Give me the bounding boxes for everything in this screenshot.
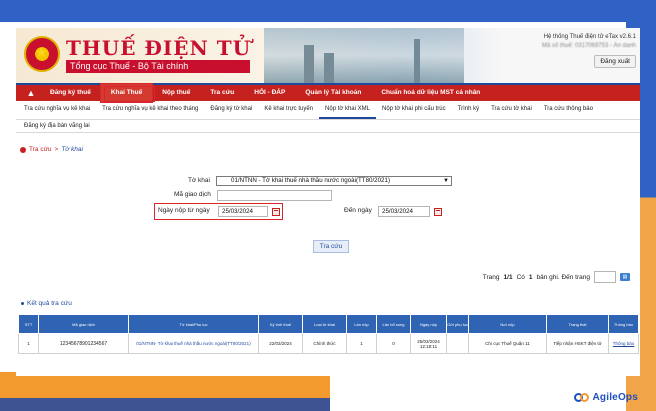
cell-ky-tinh-thue: 22/03/2024 <box>258 333 303 354</box>
excel-export-icon[interactable]: ▤ <box>620 273 630 281</box>
column-header: Kỳ tính thuế <box>258 314 303 334</box>
table-header-row: STT Mã giao dịch Tờ khai/Phụ lục Kỳ tính… <box>18 314 639 334</box>
to-khai-label: Tờ khai <box>188 177 210 184</box>
table-row: 1 12345678901234567 01/NTNN- Tờ khai thu… <box>18 333 639 354</box>
column-header: STT <box>18 314 39 334</box>
subnav-trinh-ky[interactable]: Trình ký <box>452 101 485 119</box>
column-header: Nơi nộp <box>468 314 547 334</box>
results-title-text: Kết quả tra cứu <box>27 300 72 307</box>
column-header: Lần nộp <box>346 314 377 334</box>
search-button[interactable]: Tra cứu <box>313 240 349 253</box>
calendar-icon[interactable] <box>434 208 442 216</box>
header-banner-image <box>264 28 464 83</box>
logout-button[interactable]: Đăng xuất <box>594 55 636 68</box>
site-subtitle: Tổng cục Thuế - Bộ Tài chính <box>66 60 250 73</box>
count-prefix: Có <box>516 273 525 281</box>
user-info: Mã số thuế: 0317069753 - Ẩn danh <box>541 43 636 49</box>
column-header: Mã giao dịch <box>38 314 129 334</box>
breadcrumb-root[interactable]: Tra cứu <box>29 146 52 153</box>
breadcrumb-current: Tờ khai <box>61 146 83 153</box>
nav-tra-cuu[interactable]: Tra cứu <box>200 84 244 102</box>
breadcrumb: Tra cứu > Tờ khai <box>20 146 83 153</box>
column-header: Tờ khai/Phụ lục <box>128 314 259 334</box>
cell-trang-thai: Tiếp nhận HSKT điện tử <box>546 333 609 354</box>
column-header: Loại tờ khai <box>302 314 347 334</box>
ma-giao-dich-label: Mã giao dịch <box>174 191 211 198</box>
column-header: Lần bổ sung <box>376 314 411 334</box>
date-highlight-box <box>154 203 283 220</box>
agileops-logo-icon <box>573 392 590 403</box>
nav-highlight-box <box>104 86 155 102</box>
to-date-input[interactable]: 25/03/2024 <box>378 206 430 217</box>
count-suffix: bản ghi. Đến trang <box>536 273 590 281</box>
subnav-nop-to-khai-xml[interactable]: Nộp tờ khai XML <box>319 101 376 119</box>
record-count: 1 <box>528 273 533 281</box>
subnav-dang-ky-dia-ban[interactable]: Đăng ký địa bàn vãng lai <box>16 120 640 133</box>
column-header: Thông báo <box>608 314 639 334</box>
subnav-tra-cuu-nghia-vu[interactable]: Tra cứu nghĩa vụ kê khai <box>18 101 96 119</box>
results-bullet-icon <box>21 302 24 305</box>
cell-to-khai[interactable]: 01/NTNN- Tờ khai thuế nhà thầu nước ngoà… <box>128 333 259 354</box>
column-header: Ngày nộp <box>410 314 447 334</box>
cell-ma-giao-dich: 12345678901234567 <box>38 333 129 354</box>
national-emblem-logo: ★ <box>24 36 60 72</box>
chevron-down-icon: ▼ <box>443 178 449 184</box>
pagination: Trang 1/1 Có 1 bản ghi. Đến trang ▤ <box>483 271 630 283</box>
breadcrumb-separator: > <box>54 146 59 153</box>
nav-nop-thue[interactable]: Nộp thuế <box>152 84 200 102</box>
breadcrumb-icon <box>20 146 26 153</box>
goto-page-input[interactable] <box>594 271 616 283</box>
cell-lan-nop: 1 <box>346 333 377 354</box>
system-name: Hệ thống Thuế điện tử eTax v2.6.1 <box>543 34 636 40</box>
etax-window: ★ THUẾ ĐIỆN TỬ Tổng cục Thuế - Bộ Tài ch… <box>16 28 640 376</box>
cell-ngay-nop: 25/03/2024 12:18:11 <box>410 333 447 354</box>
nav-quan-ly-tai-khoan[interactable]: Quản lý Tài khoản <box>295 84 371 102</box>
nav-dang-ky-thue[interactable]: Đăng ký thuế <box>40 84 101 102</box>
thong-bao-link[interactable]: Thông báo <box>608 333 639 354</box>
subnav-tra-cuu-thong-bao[interactable]: Tra cứu thông báo <box>538 101 599 119</box>
cell-lan-bo-sung: 0 <box>376 333 411 354</box>
page-label: Trang <box>482 273 500 281</box>
cell-gui-phu-luc <box>446 333 469 354</box>
cell-loai-to-khai: Chính thức <box>302 333 347 354</box>
subnav-tra-cuu-to-khai[interactable]: Tra cứu tờ khai <box>485 101 538 119</box>
nav-chuan-hoa-du-lieu[interactable]: Chuẩn hoá dữ liệu MST cá nhân <box>371 84 490 102</box>
nav-hoi-dap[interactable]: HỎI - ĐÁP <box>244 84 295 102</box>
account-panel: Hệ thống Thuế điện tử eTax v2.6.1 Mã số … <box>542 34 636 68</box>
site-header: ★ THUẾ ĐIỆN TỬ Tổng cục Thuế - Bộ Tài ch… <box>16 28 640 83</box>
site-title: THUẾ ĐIỆN TỬ <box>66 36 252 60</box>
subnav-nop-to-khai-phi-cau-truc[interactable]: Nộp tờ khai phi cấu trúc <box>376 101 452 119</box>
sub-navigation: Tra cứu nghĩa vụ kê khai Tra cứu nghĩa v… <box>16 101 640 120</box>
column-header: Trạng thái <box>546 314 609 334</box>
results-table: STT Mã giao dịch Tờ khai/Phụ lục Kỳ tính… <box>18 314 639 354</box>
subnav-tra-cuu-nghia-vu-thang[interactable]: Tra cứu nghĩa vụ kê khai theo tháng <box>96 101 204 119</box>
to-khai-select[interactable]: 01/NTNN - Tờ khai thuế nhà thầu nước ngo… <box>216 176 452 186</box>
background-left-band <box>0 22 16 382</box>
brand-footer: AgileOps <box>573 392 639 403</box>
cell-stt: 1 <box>18 333 39 354</box>
to-date-label: Đến ngày <box>344 207 372 214</box>
home-icon[interactable]: ▲ <box>22 84 40 102</box>
background-navy-band <box>0 398 330 411</box>
subnav-ke-khai-truc-tuyen[interactable]: Kê khai trực tuyến <box>258 101 319 119</box>
background-top-band <box>0 0 656 22</box>
page-value: 1/1 <box>503 273 513 281</box>
cell-noi-nop: Chi cục Thuế Quận 11 <box>468 333 547 354</box>
column-header: Gửi phụ lục <box>446 314 469 334</box>
results-title: Kết quả tra cứu <box>21 300 72 307</box>
ma-giao-dich-input[interactable] <box>217 190 332 201</box>
to-khai-selected-value: 01/NTNN - Tờ khai thuế nhà thầu nước ngo… <box>231 177 391 184</box>
brand-name: AgileOps <box>592 392 638 403</box>
subnav-dang-ky-to-khai[interactable]: Đăng ký tờ khai <box>204 101 258 119</box>
